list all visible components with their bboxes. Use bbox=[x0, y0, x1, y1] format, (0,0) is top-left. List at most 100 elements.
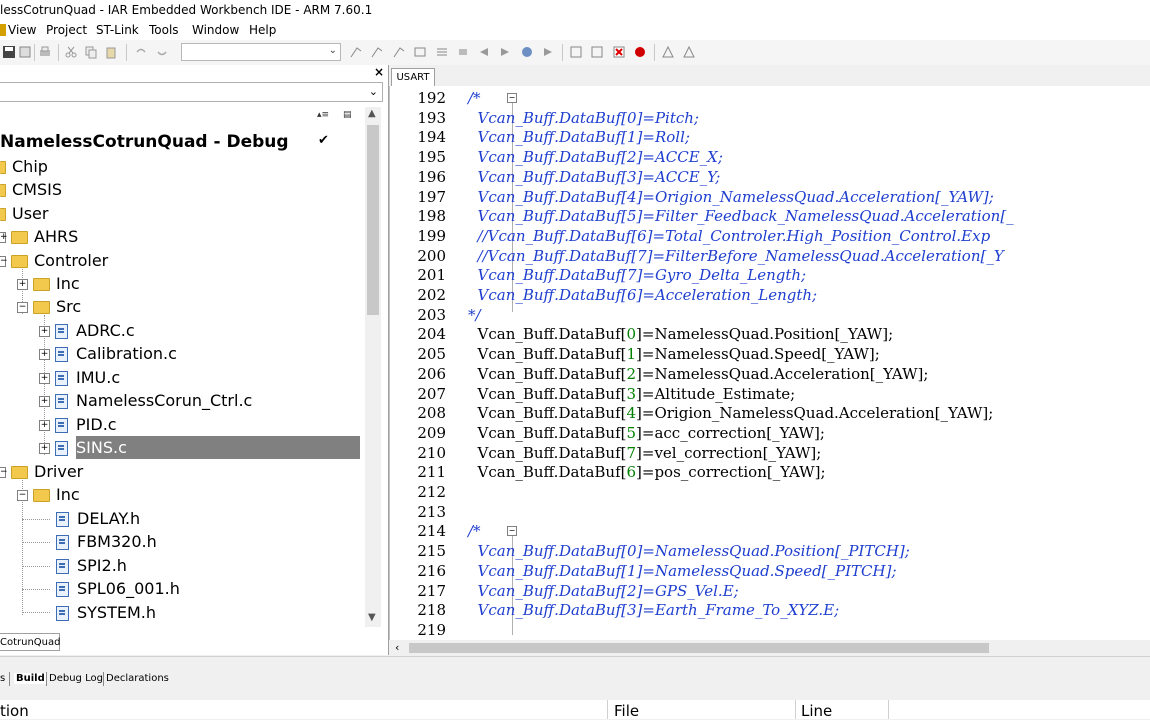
code-line[interactable]: Vcan_Buff.DataBuf[4]=Origion_NamelessQua… bbox=[468, 187, 994, 207]
tree-file-sins[interactable]: + SINS.c bbox=[39, 436, 360, 459]
tree-file-calibration[interactable]: + Calibration.c bbox=[39, 342, 177, 365]
code-line[interactable]: Vcan_Buff.DataBuf[0]=NamelessQuad.Positi… bbox=[468, 541, 910, 561]
tree-file-imu[interactable]: + IMU.c bbox=[39, 366, 120, 389]
download-debug-icon[interactable] bbox=[661, 45, 675, 59]
code-line[interactable]: Vcan_Buff.DataBuf[0]=NamelessQuad.Positi… bbox=[468, 324, 894, 344]
close-file-icon[interactable] bbox=[18, 45, 32, 59]
code-line[interactable]: Vcan_Buff.DataBuf[3]=Altitude_Estimate; bbox=[468, 384, 796, 404]
make-icon[interactable] bbox=[590, 45, 604, 59]
tab-messages[interactable]: s bbox=[0, 673, 5, 684]
collapse-icon[interactable]: − bbox=[17, 302, 28, 313]
tree-folder-user[interactable]: User bbox=[0, 202, 48, 225]
fold-collapse-icon[interactable]: − bbox=[507, 93, 517, 103]
tab-debug-log[interactable]: Debug Log bbox=[49, 673, 103, 684]
tree-file-pid[interactable]: + PID.c bbox=[39, 413, 117, 436]
chevron-down-icon[interactable]: ⌄ bbox=[329, 45, 337, 56]
scroll-down-icon[interactable]: ▼ bbox=[368, 612, 376, 623]
code-line[interactable]: Vcan_Buff.DataBuf[5]=Filter_Feedback_Nam… bbox=[468, 206, 1014, 226]
code-line[interactable]: Vcan_Buff.DataBuf[6]=pos_correction[_YAW… bbox=[468, 462, 826, 482]
scroll-left-icon[interactable]: ‹ bbox=[395, 641, 399, 654]
menu-view[interactable]: View bbox=[8, 23, 36, 37]
column-file[interactable]: File bbox=[614, 702, 639, 720]
collapse-icon[interactable]: − bbox=[0, 467, 8, 478]
find-next-icon[interactable] bbox=[370, 45, 384, 59]
expand-icon[interactable]: + bbox=[17, 279, 28, 290]
code-line[interactable]: /* bbox=[468, 521, 481, 541]
tree-folder-controler[interactable]: − Controler bbox=[0, 249, 108, 272]
tree-folder-ahrs[interactable]: + AHRS bbox=[0, 225, 78, 248]
redo-icon[interactable] bbox=[155, 45, 169, 59]
debug-without-download-icon[interactable] bbox=[682, 45, 696, 59]
tab-build[interactable]: Build bbox=[14, 673, 47, 684]
tree-file-delay[interactable]: DELAY.h bbox=[56, 507, 140, 530]
goto-icon[interactable] bbox=[435, 45, 449, 59]
tree-file-nameless-ctrl[interactable]: + NamelessCorun_Ctrl.c bbox=[39, 389, 252, 412]
menu-st-link[interactable]: ST-Link bbox=[96, 23, 139, 37]
code-line[interactable]: //Vcan_Buff.DataBuf[7]=FilterBefore_Name… bbox=[468, 246, 1004, 266]
paste-icon[interactable] bbox=[104, 45, 118, 59]
navigate-icon[interactable] bbox=[520, 45, 534, 59]
code-line[interactable]: Vcan_Buff.DataBuf[5]=acc_correction[_YAW… bbox=[468, 423, 825, 443]
editor-horizontal-scrollbar[interactable]: ‹ bbox=[389, 640, 1150, 656]
menu-window[interactable]: Window bbox=[192, 23, 239, 37]
expand-icon[interactable]: + bbox=[39, 373, 50, 384]
tree-folder-driver-inc[interactable]: − Inc bbox=[17, 483, 80, 506]
find-combo-box[interactable]: ⌄ bbox=[181, 43, 341, 61]
toggle-breakpoint-icon[interactable] bbox=[633, 45, 647, 59]
find-previous-icon[interactable] bbox=[349, 45, 363, 59]
menu-tools[interactable]: Tools bbox=[149, 23, 179, 37]
fold-collapse-icon[interactable]: − bbox=[507, 526, 517, 537]
code-line[interactable]: Vcan_Buff.DataBuf[6]=Acceleration_Length… bbox=[468, 285, 818, 305]
expand-icon[interactable]: + bbox=[39, 349, 50, 360]
code-line[interactable]: /* bbox=[468, 88, 481, 108]
replace-icon[interactable] bbox=[413, 45, 427, 59]
copy-icon[interactable] bbox=[84, 45, 98, 59]
code-line[interactable]: Vcan_Buff.DataBuf[1]=Roll; bbox=[468, 127, 690, 147]
undo-icon[interactable] bbox=[134, 45, 148, 59]
tree-file-spl06[interactable]: SPL06_001.h bbox=[56, 577, 180, 600]
collapse-icon[interactable]: − bbox=[0, 256, 8, 267]
code-line[interactable]: Vcan_Buff.DataBuf[4]=Origion_NamelessQua… bbox=[468, 403, 994, 423]
save-all-icon[interactable] bbox=[2, 45, 16, 59]
column-line[interactable]: Line bbox=[801, 702, 832, 720]
collapse-icon[interactable]: − bbox=[17, 490, 28, 501]
options-icon[interactable]: ▴≡ bbox=[317, 110, 331, 122]
project-title[interactable]: NamelessCotrunQuad - Debug bbox=[0, 132, 289, 152]
code-line[interactable]: Vcan_Buff.DataBuf[1]=NamelessQuad.Speed[… bbox=[468, 344, 880, 364]
tab-declarations[interactable]: Declarations bbox=[106, 673, 169, 684]
previous-bookmark-icon[interactable] bbox=[477, 45, 491, 59]
expand-icon[interactable]: + bbox=[39, 443, 50, 454]
tree-folder-chip[interactable]: Chip bbox=[0, 155, 48, 178]
code-editor[interactable]: 192 193 194 195 196 197 198 199 200 201 202 203 204 2… bbox=[389, 86, 1150, 640]
column-message[interactable]: tion bbox=[0, 702, 29, 720]
expand-icon[interactable]: + bbox=[39, 396, 50, 407]
tree-file-fbm320[interactable]: FBM320.h bbox=[56, 530, 157, 553]
cut-icon[interactable] bbox=[64, 45, 78, 59]
stop-build-icon[interactable] bbox=[612, 45, 626, 59]
tree-folder-inc[interactable]: + Inc bbox=[17, 272, 80, 295]
tree-file-spi2[interactable]: SPI2.h bbox=[56, 554, 127, 577]
code-line[interactable]: Vcan_Buff.DataBuf[3]=ACCE_Y; bbox=[468, 167, 721, 187]
next-bookmark-icon[interactable] bbox=[498, 45, 512, 59]
navigate-forward-icon[interactable] bbox=[541, 45, 555, 59]
expand-icon[interactable]: + bbox=[39, 326, 50, 337]
close-icon[interactable]: × bbox=[374, 65, 384, 79]
code-line[interactable]: Vcan_Buff.DataBuf[2]=GPS_Vel.E; bbox=[468, 581, 739, 601]
code-line[interactable]: //Vcan_Buff.DataBuf[6]=Total_Controler.H… bbox=[468, 226, 991, 246]
code-line[interactable]: Vcan_Buff.DataBuf[7]=vel_correction[_YAW… bbox=[468, 443, 822, 463]
code-line[interactable]: Vcan_Buff.DataBuf[7]=Gyro_Delta_Length; bbox=[468, 265, 807, 285]
expand-icon[interactable]: + bbox=[0, 232, 8, 243]
scrollbar-thumb[interactable] bbox=[367, 125, 379, 315]
tree-file-system[interactable]: SYSTEM.h bbox=[56, 601, 156, 624]
print-icon[interactable] bbox=[38, 45, 52, 59]
code-line[interactable]: Vcan_Buff.DataBuf[3]=Earth_Frame_To_XYZ.… bbox=[468, 600, 840, 620]
workspace-tab[interactable]: CotrunQuad bbox=[0, 633, 61, 651]
code-line[interactable]: Vcan_Buff.DataBuf[2]=ACCE_X; bbox=[468, 147, 723, 167]
compile-icon[interactable] bbox=[569, 45, 583, 59]
code-line[interactable]: Vcan_Buff.DataBuf[1]=NamelessQuad.Speed[… bbox=[468, 561, 897, 581]
code-line[interactable]: Vcan_Buff.DataBuf[2]=NamelessQuad.Accele… bbox=[468, 364, 929, 384]
menu-project[interactable]: Project bbox=[46, 23, 87, 37]
workspace-scrollbar[interactable]: ▲ ▼ bbox=[365, 107, 381, 627]
scrollbar-thumb[interactable] bbox=[409, 643, 989, 653]
chevron-down-icon[interactable]: ⌄ bbox=[369, 85, 378, 98]
